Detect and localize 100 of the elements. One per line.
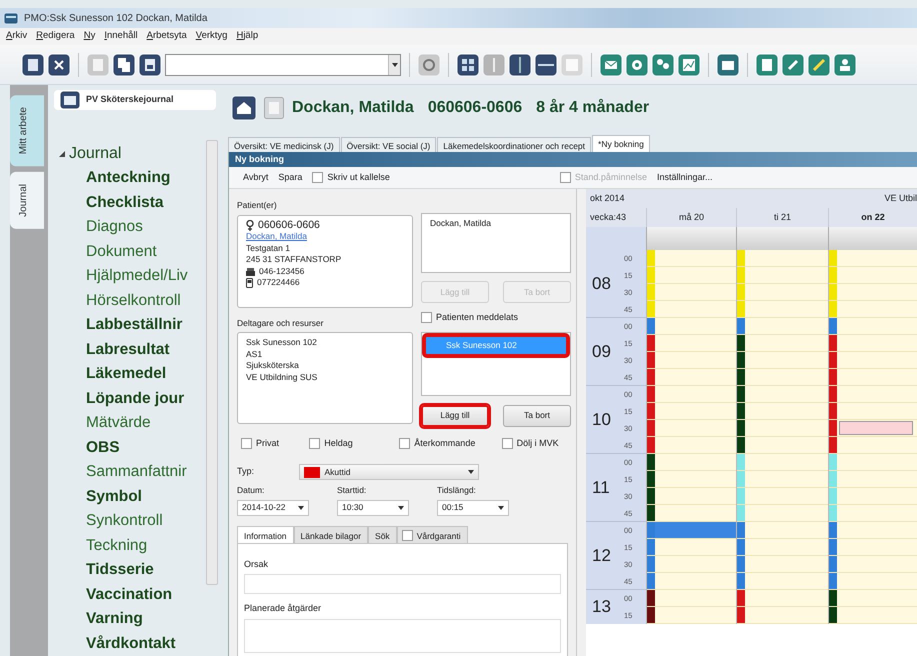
- pen-icon[interactable]: [808, 54, 830, 76]
- checkbox[interactable]: [421, 312, 432, 324]
- scrollbar[interactable]: [206, 140, 218, 585]
- tree-item[interactable]: Hjälpmedel/Liv: [58, 264, 220, 288]
- dropdown[interactable]: 2014-10-22: [237, 500, 309, 516]
- female-icon: [246, 220, 254, 231]
- tree-item[interactable]: Labresultat: [58, 338, 220, 362]
- dropdown[interactable]: 10:30: [337, 500, 409, 516]
- tab[interactable]: Översikt: VE social (J): [340, 137, 436, 152]
- columns-icon[interactable]: [509, 54, 531, 76]
- tab[interactable]: *Ny bokning: [592, 135, 650, 152]
- tree-item[interactable]: Dokument: [58, 240, 220, 264]
- tree-item[interactable]: Teckning: [58, 534, 220, 558]
- tree-item[interactable]: Löpande jour: [58, 386, 220, 411]
- patient-name: Dockan, Matilda: [292, 98, 414, 118]
- tab[interactable]: Information: [237, 526, 294, 542]
- participant: Ssk Sunesson 102: [246, 337, 318, 349]
- tree-item[interactable]: Labbeställnir: [58, 313, 220, 338]
- tab[interactable]: Länkade bilagor: [294, 526, 368, 542]
- patient-id: 060606-0606: [428, 98, 522, 118]
- address: Testgatan 1: [246, 242, 290, 254]
- mail-icon[interactable]: [600, 54, 622, 76]
- checkbox-label: Återkommande: [414, 436, 476, 450]
- menu-item[interactable]: Innehåll: [104, 29, 138, 44]
- tab[interactable]: Vårdgaranti: [396, 526, 468, 542]
- checkbox[interactable]: [502, 438, 513, 449]
- tab[interactable]: Översikt: VE medicinsk (J): [228, 137, 340, 152]
- tree-item[interactable]: Diagnos: [58, 215, 220, 240]
- text-field[interactable]: [244, 618, 561, 652]
- text-field[interactable]: [244, 574, 561, 594]
- month-label: okt 2014: [586, 189, 646, 208]
- tab[interactable]: Läkemedelskoordinationer och recept: [437, 137, 592, 152]
- tree-item[interactable]: Hörselkontroll: [58, 288, 220, 313]
- checkbox-label: Stand.påminnelse: [574, 170, 647, 184]
- save-icon[interactable]: [139, 54, 161, 76]
- document-icon[interactable]: [22, 54, 44, 76]
- tree-item[interactable]: Mätvärde: [58, 411, 220, 436]
- grid-icon[interactable]: [457, 54, 479, 76]
- menu-item[interactable]: Redigera: [36, 29, 75, 44]
- checkbox[interactable]: [399, 438, 410, 449]
- chart-icon[interactable]: [678, 54, 700, 76]
- app-icon: [4, 12, 18, 24]
- checkbox[interactable]: [312, 172, 324, 183]
- gear-icon[interactable]: [626, 54, 648, 76]
- list-item[interactable]: Dockan, Matilda: [430, 218, 562, 230]
- toolbar-button[interactable]: Avbryt: [243, 170, 268, 184]
- checkbox-label: Dölj i MVK: [516, 436, 559, 450]
- field-label: Starttid:: [337, 484, 368, 497]
- field-label: Tidslängd:: [437, 484, 477, 497]
- tree-item[interactable]: Synkontroll: [58, 509, 220, 534]
- tree-item[interactable]: Checklista: [58, 190, 220, 215]
- type-dropdown[interactable]: Akuttid: [299, 464, 479, 480]
- tree-item[interactable]: Journal: [69, 142, 122, 166]
- patient-link[interactable]: Dockan, Matilda: [246, 231, 307, 243]
- close-icon[interactable]: [48, 54, 70, 76]
- toolbar-button[interactable]: Spara: [278, 170, 302, 184]
- tree-item[interactable]: Tidsserie: [58, 558, 220, 582]
- day-header[interactable]: ti 21: [736, 208, 828, 227]
- field-label: Planerade åtgärder: [244, 602, 322, 615]
- menu-item[interactable]: Ny: [84, 29, 96, 44]
- hour-label: 13: [591, 596, 612, 618]
- tree-item[interactable]: OBS: [58, 436, 220, 460]
- button[interactable]: Lägg till: [421, 404, 489, 426]
- person-icon[interactable]: [834, 54, 856, 76]
- tree-item[interactable]: Symbol: [58, 484, 220, 509]
- home-icon[interactable]: [232, 96, 256, 120]
- checkbox[interactable]: [241, 438, 252, 449]
- rows-icon[interactable]: [535, 54, 557, 76]
- booking-block[interactable]: [839, 421, 913, 435]
- side-tab[interactable]: Journal: [10, 172, 44, 230]
- tree-item[interactable]: Anteckning: [58, 166, 220, 190]
- menu-item[interactable]: Hjälp: [236, 29, 258, 44]
- caret-icon: [468, 470, 474, 474]
- toolbar-button[interactable]: Inställningar...: [656, 170, 713, 184]
- note-icon[interactable]: [756, 54, 778, 76]
- type-value: Akuttid: [324, 466, 350, 478]
- tree-item[interactable]: Vaccination: [58, 582, 220, 607]
- tree-item[interactable]: Varning: [58, 607, 220, 632]
- tree-item[interactable]: Sammanfattnir: [58, 460, 220, 484]
- people-icon[interactable]: [652, 54, 674, 76]
- tree-item[interactable]: Vårdkontakt: [58, 632, 220, 656]
- day-header[interactable]: on 22: [828, 208, 917, 227]
- tree-item[interactable]: Läkemedel: [58, 362, 220, 386]
- menu-item[interactable]: Arbetsyta: [146, 29, 187, 44]
- dropdown[interactable]: 00:15: [437, 500, 509, 516]
- phone-number: 046-123456: [259, 266, 304, 278]
- copy-icon[interactable]: [113, 54, 135, 76]
- checkbox[interactable]: [309, 438, 320, 449]
- menu-item[interactable]: Arkiv: [6, 29, 28, 44]
- menu-item[interactable]: Verktyg: [196, 29, 228, 44]
- hour-label: 09: [591, 340, 612, 363]
- tab[interactable]: Sök: [368, 526, 397, 542]
- tab-label: Vårdgaranti: [416, 530, 461, 542]
- side-tab[interactable]: Mitt arbete: [10, 95, 44, 166]
- button[interactable]: Ta bort: [503, 404, 571, 426]
- checkbox[interactable]: [402, 530, 413, 541]
- day-header[interactable]: må 20: [646, 208, 736, 227]
- section-label: Deltagare och resurser: [237, 316, 324, 330]
- expand-icon[interactable]: [58, 150, 66, 158]
- folder-icon[interactable]: [717, 54, 739, 76]
